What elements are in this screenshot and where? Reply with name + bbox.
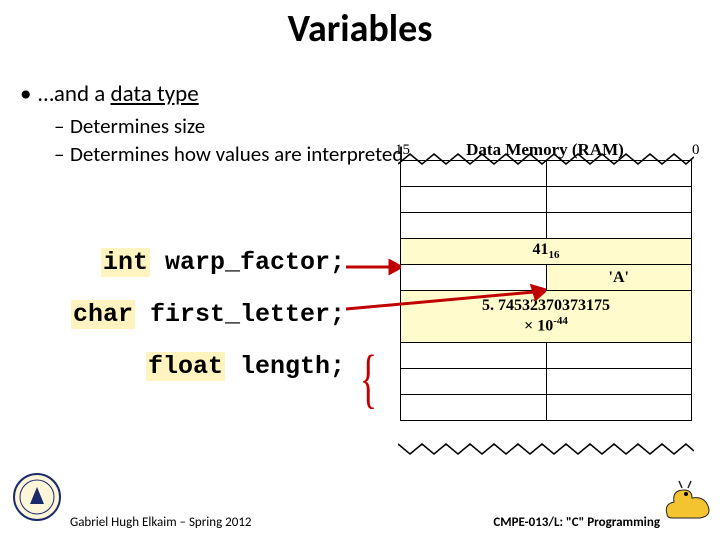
keyword: float <box>146 352 225 381</box>
slide-title: Variables <box>0 0 720 52</box>
sub-text: Determines size <box>70 113 205 139</box>
zigzag-bottom-icon <box>398 442 694 456</box>
int-value: 4116 <box>401 241 691 261</box>
arrow-char-icon <box>346 284 546 314</box>
code-rest: first_letter; <box>135 300 345 329</box>
footer-course: CMPE-013/L: "C" Programming <box>493 515 660 530</box>
sub-text: Determines how values are interpreted <box>70 141 403 167</box>
keyword: char <box>71 300 135 329</box>
banana-slug-icon <box>662 476 714 522</box>
footer-author: Gabriel Hugh Elkaim – Spring 2012 <box>70 515 252 530</box>
code-float: float length; <box>70 352 345 381</box>
arrow-int-icon <box>346 258 401 276</box>
bullet-level1: •…and a data type <box>20 80 700 108</box>
bullet-level2: –Determines size <box>54 112 700 140</box>
char-value: 'A' <box>547 269 692 287</box>
bullet-text-underlined: data type <box>110 80 198 108</box>
code-rest: warp_factor; <box>150 248 345 277</box>
keyword: int <box>101 248 150 277</box>
code-int: int warp_factor; <box>30 248 345 277</box>
university-seal-icon <box>12 472 62 522</box>
code-char: char first_letter; <box>8 300 345 329</box>
bullet-text-prefix: …and a <box>38 80 110 108</box>
brace-icon: { <box>360 341 377 417</box>
code-rest: length; <box>225 352 345 381</box>
